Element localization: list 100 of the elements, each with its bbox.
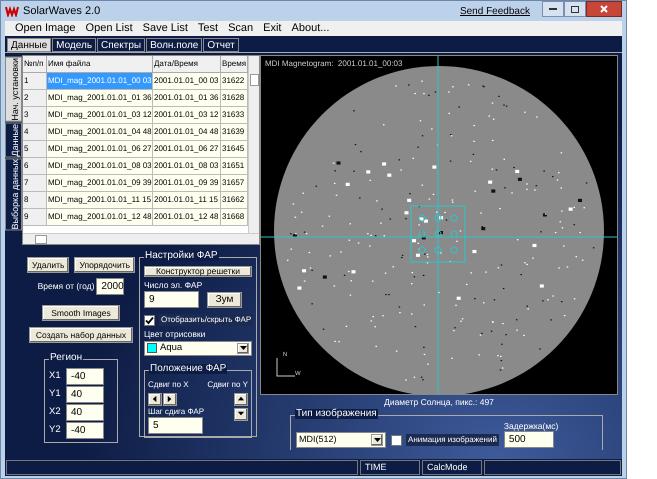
horizontal-scrollbar[interactable] — [23, 233, 259, 244]
minimize-button[interactable] — [542, 1, 564, 17]
table-cell: 31668 — [221, 209, 248, 226]
coordinate-field[interactable]: -40 — [66, 368, 104, 385]
table-cell: 5 — [23, 141, 47, 158]
menu-item[interactable]: Open Image — [15, 20, 76, 37]
table-cell: 3 — [23, 107, 47, 124]
far-settings-legend: Настройки ФАР — [144, 251, 219, 261]
image-type-select[interactable]: MDI(512) — [296, 432, 386, 448]
table-cell: 31662 — [221, 192, 248, 209]
table-cell: 6 — [23, 158, 47, 175]
side-tab[interactable]: Нач. установки — [5, 57, 22, 122]
checkbox[interactable] — [391, 434, 402, 446]
maximize-button[interactable] — [564, 1, 586, 17]
table-cell: 8 — [23, 192, 47, 209]
menu-item[interactable]: Scan — [228, 20, 254, 37]
tab[interactable]: Спектры — [97, 38, 146, 52]
table-cell: 2001.01.01_09 39 — [153, 175, 221, 192]
element-count-field[interactable]: 9 — [144, 291, 199, 308]
time-from-label: Время от (год) — [38, 280, 94, 293]
menu-item[interactable]: Save List — [142, 20, 188, 37]
table-cell: 31633 — [221, 107, 248, 124]
table-cell: MDI_mag_2001.01.01_09 39 — [47, 175, 153, 192]
coordinate-label: X1 — [49, 369, 62, 384]
delay-field[interactable]: 500 — [504, 431, 554, 448]
left-arrow-icon — [151, 395, 159, 403]
side-tab[interactable]: Выборка данных — [5, 158, 22, 231]
table-cell: 1 — [23, 73, 47, 90]
minimize-icon — [549, 8, 557, 10]
table-cell: 31651 — [221, 158, 248, 175]
app-logo-icon — [5, 5, 19, 17]
right-arrow-button[interactable] — [163, 392, 177, 406]
dropdown-button[interactable] — [371, 434, 383, 446]
grid-builder-button[interactable]: Конструктор решетки — [144, 266, 252, 276]
table-cell: 2001.01.01_04 48 — [153, 124, 221, 141]
delete-button[interactable]: Удалить — [27, 257, 70, 273]
down-arrow-button[interactable] — [234, 408, 248, 420]
table-cell: 2001.01.01_11 15 — [153, 192, 221, 209]
table-cell: 31622 — [221, 73, 248, 90]
tab[interactable]: Волн.поле — [146, 38, 202, 52]
up-arrow-icon — [237, 395, 245, 403]
send-feedback-link[interactable]: Send Feedback — [460, 4, 530, 18]
color-select-value: Aqua — [160, 340, 184, 355]
shift-x-label: Сдвиг по X — [148, 378, 189, 390]
table-cell: 31657 — [221, 175, 248, 192]
delay-label: Задержка(мс) — [504, 422, 558, 430]
table-cell: 31645 — [221, 141, 248, 158]
table-cell: MDI_mag_2001.01.01_06 27 — [47, 141, 153, 158]
table-cell: 9 — [23, 209, 47, 226]
step-field[interactable]: 5 — [148, 416, 203, 434]
close-button[interactable] — [586, 1, 622, 17]
menu-item[interactable]: About... — [292, 20, 330, 37]
color-select[interactable]: Aqua — [144, 340, 252, 356]
coordinate-field[interactable]: 40 — [66, 404, 104, 421]
sort-button[interactable]: Упорядочить — [74, 257, 136, 273]
column-header[interactable]: №п/п — [23, 56, 47, 73]
zoom-button[interactable]: Зум — [207, 292, 242, 308]
coordinate-field[interactable]: 40 — [66, 386, 104, 403]
create-dataset-button[interactable]: Создать набор данных — [28, 327, 134, 343]
year-field[interactable]: 2000 — [96, 278, 124, 295]
column-header[interactable]: Дата/Время — [153, 56, 221, 73]
vertical-scrollbar[interactable] — [248, 56, 259, 233]
tab[interactable]: Данные — [7, 38, 52, 52]
shift-y-label: Сдвиг по Y — [207, 378, 248, 390]
menu-item[interactable]: Test — [198, 20, 218, 37]
tab[interactable]: Модель — [52, 38, 96, 52]
status-field: CalcMode — [422, 460, 482, 475]
coordinate-field[interactable]: -40 — [66, 422, 104, 439]
table-cell: 31628 — [221, 90, 248, 107]
checkbox-label: Отобразить/скрыть ФАР — [159, 314, 254, 326]
table-cell: MDI_mag_2001.01.01_11 15 — [47, 192, 153, 209]
tab[interactable]: Отчет — [203, 38, 239, 52]
column-header[interactable]: Имя файла — [47, 56, 153, 73]
checkbox-label: Анимация изображений — [406, 434, 499, 446]
right-arrow-icon — [166, 395, 174, 403]
coordinate-label: X2 — [49, 405, 62, 420]
menu-item[interactable]: Exit — [263, 20, 282, 37]
table-cell: 2 — [23, 90, 47, 107]
sun-diameter-label: Диаметр Солнца, пикс.: 497 — [383, 398, 495, 406]
smooth-images-button[interactable]: Smooth Images — [42, 305, 120, 321]
compass-axes-icon — [275, 358, 295, 378]
checkbox[interactable] — [144, 314, 155, 326]
region-legend: Регион — [49, 353, 84, 363]
table-cell: 2001.01.01_00 03 — [153, 73, 221, 90]
table-cell: MDI_mag_2001.01.01_08 03 — [47, 158, 153, 175]
dropdown-button[interactable] — [237, 342, 249, 354]
step-label: Шаг сдига ФАР — [148, 408, 204, 416]
menu-item[interactable]: Open List — [86, 20, 133, 37]
coordinate-label: Y1 — [49, 387, 62, 402]
close-icon — [600, 5, 608, 13]
up-arrow-button[interactable] — [234, 392, 248, 406]
image-caption: MDI Magnetogram: 2001.01.01_00:03 — [265, 58, 402, 70]
side-tab[interactable]: Данные — [5, 122, 22, 158]
column-header[interactable]: Время — [221, 56, 248, 73]
element-count-label: Число эл. ФАР — [144, 280, 204, 289]
down-arrow-icon — [237, 410, 245, 418]
left-arrow-button[interactable] — [148, 392, 162, 406]
table-cell: 2001.01.01_12 48 — [153, 209, 221, 226]
table-cell: 2001.01.01_08 03 — [153, 158, 221, 175]
far-position-legend: Положение ФАР — [149, 364, 228, 374]
